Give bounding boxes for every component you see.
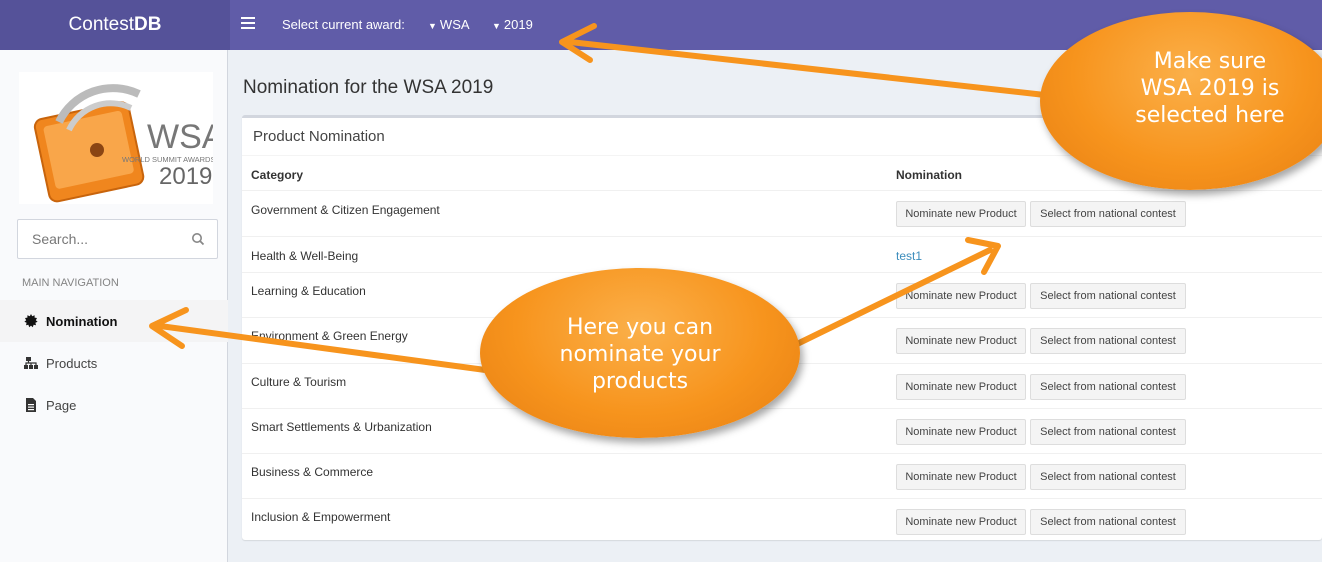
callout-line: Here you can [566, 315, 714, 340]
callout-line: Make sure [1153, 49, 1267, 74]
callout-line: selected here [1135, 103, 1285, 128]
callout-line: WSA 2019 is [1140, 76, 1280, 101]
callout-line: nominate your [559, 342, 721, 367]
callout-nominate-products: Here you can nominate your products [480, 268, 800, 438]
callout-select-award: Make sure WSA 2019 is selected here [1040, 12, 1322, 190]
callout-line: products [591, 369, 689, 394]
